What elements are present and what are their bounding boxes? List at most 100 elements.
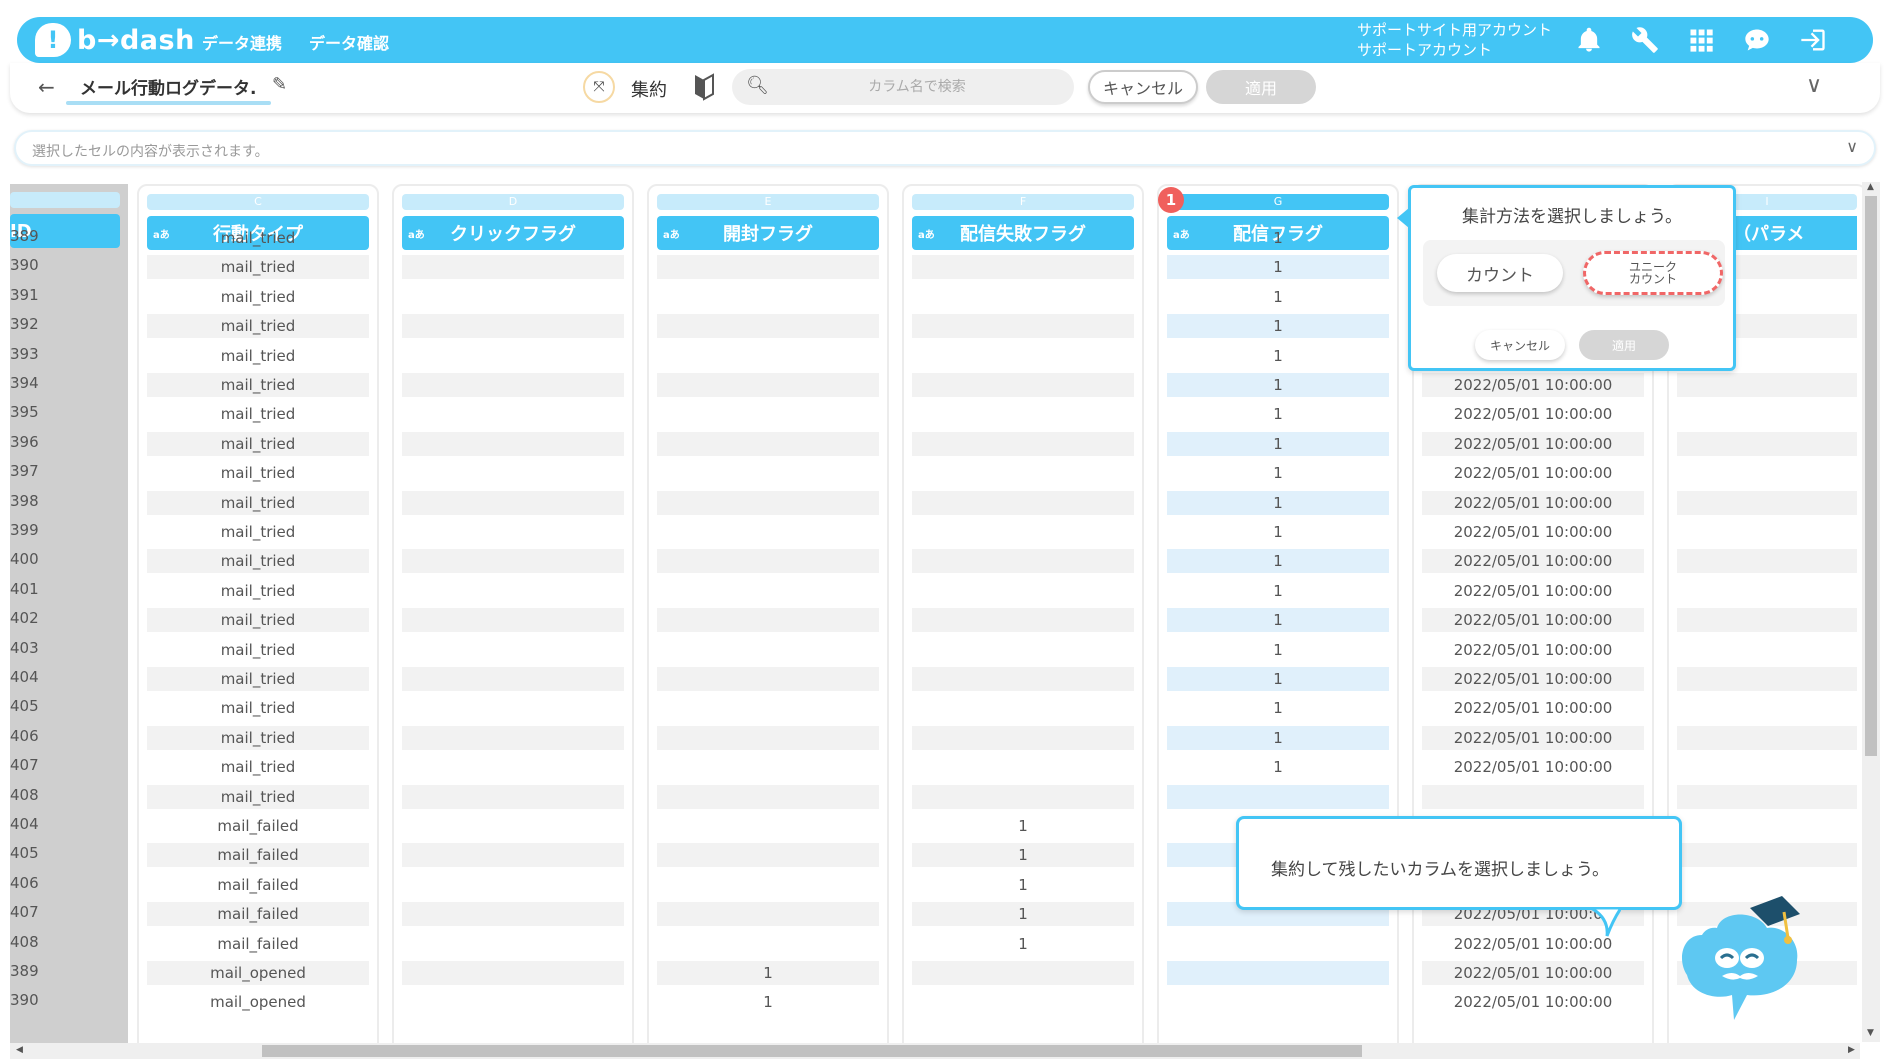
table-cell[interactable] <box>1677 579 1857 603</box>
row-id[interactable]: 400 <box>10 547 110 571</box>
table-cell[interactable] <box>1167 932 1389 956</box>
table-cell[interactable]: 2022/05/01 10:00:00 <box>1422 431 1644 456</box>
row-id[interactable]: 407 <box>10 753 110 777</box>
table-cell[interactable] <box>402 961 624 985</box>
table-cell[interactable] <box>912 314 1134 339</box>
table-cell[interactable] <box>1167 784 1389 809</box>
table-cell[interactable]: 1 <box>1167 314 1389 339</box>
table-cell[interactable] <box>912 402 1134 426</box>
table-cell[interactable] <box>657 873 879 897</box>
cell-content-display[interactable]: 選択したセルの内容が表示されます。 ∨ <box>14 130 1876 166</box>
unique-count-button[interactable]: ユニーク カウント <box>1583 251 1723 295</box>
row-id[interactable]: 397 <box>10 459 110 483</box>
table-cell[interactable]: mail_tried <box>147 579 369 603</box>
table-cell[interactable] <box>1677 667 1857 691</box>
table-cell[interactable]: mail_failed <box>147 873 369 897</box>
row-id[interactable]: 405 <box>10 694 110 718</box>
table-cell[interactable]: 2022/05/01 10:00:00 <box>1422 961 1644 985</box>
table-cell[interactable] <box>402 520 624 544</box>
table-cell[interactable] <box>1677 608 1857 633</box>
horizontal-scroll-thumb[interactable] <box>262 1045 1362 1057</box>
row-id[interactable]: 406 <box>10 871 110 895</box>
table-cell[interactable] <box>402 255 624 280</box>
scroll-up-arrow-icon[interactable]: ▲ <box>1867 182 1874 192</box>
table-cell[interactable]: 1 <box>1167 431 1389 456</box>
table-cell[interactable] <box>912 431 1134 456</box>
table-cell[interactable]: 1 <box>1167 608 1389 633</box>
table-cell[interactable] <box>1677 549 1857 574</box>
table-cell[interactable] <box>657 431 879 456</box>
table-cell[interactable] <box>657 461 879 485</box>
column-letter[interactable]: G <box>1167 194 1389 210</box>
table-cell[interactable]: mail_tried <box>147 755 369 779</box>
table-cell[interactable]: mail_opened <box>147 961 369 985</box>
table-cell[interactable] <box>657 344 879 368</box>
table-cell[interactable]: 2022/05/01 10:00:00 <box>1422 549 1644 574</box>
table-cell[interactable]: mail_tried <box>147 725 369 750</box>
table-cell[interactable] <box>1677 725 1857 750</box>
table-cell[interactable] <box>402 402 624 426</box>
row-id[interactable]: 406 <box>10 724 110 748</box>
table-cell[interactable]: 1 <box>912 902 1134 927</box>
table-cell[interactable]: 1 <box>1167 638 1389 662</box>
table-cell[interactable]: mail_tried <box>147 784 369 809</box>
table-cell[interactable]: mail_failed <box>147 843 369 868</box>
table-cell[interactable] <box>1677 431 1857 456</box>
table-cell[interactable] <box>657 549 879 574</box>
row-id[interactable]: 402 <box>10 606 110 630</box>
table-cell[interactable]: 1 <box>1167 725 1389 750</box>
table-cell[interactable] <box>402 814 624 838</box>
table-cell[interactable] <box>402 461 624 485</box>
table-cell[interactable]: 1 <box>1167 667 1389 691</box>
apply-button[interactable]: 適用 <box>1206 70 1316 104</box>
table-cell[interactable] <box>402 638 624 662</box>
grid-menu-icon[interactable] <box>1685 24 1717 56</box>
back-arrow-icon[interactable]: ← <box>38 75 55 99</box>
table-cell[interactable]: 2022/05/01 10:00:00 <box>1422 990 1644 1014</box>
scroll-left-arrow-icon[interactable]: ◀ <box>16 1045 23 1055</box>
table-cell[interactable]: mail_tried <box>147 549 369 574</box>
table-cell[interactable] <box>657 608 879 633</box>
table-cell[interactable] <box>657 755 879 779</box>
table-cell[interactable] <box>912 579 1134 603</box>
table-cell[interactable] <box>912 344 1134 368</box>
table-cell[interactable] <box>657 843 879 868</box>
table-cell[interactable] <box>912 961 1134 985</box>
table-cell[interactable] <box>402 285 624 309</box>
table-cell[interactable] <box>402 314 624 339</box>
table-cell[interactable] <box>912 461 1134 485</box>
table-cell[interactable]: 1 <box>1167 344 1389 368</box>
table-cell[interactable] <box>402 608 624 633</box>
table-cell[interactable]: mail_tried <box>147 490 369 515</box>
table-cell[interactable]: 2022/05/01 10:00:00 <box>1422 579 1644 603</box>
pencil-icon[interactable]: ✎ <box>272 74 287 95</box>
table-cell[interactable]: 2022/05/01 10:00:00 <box>1422 725 1644 750</box>
table-cell[interactable]: 1 <box>912 873 1134 897</box>
table-cell[interactable]: mail_tried <box>147 285 369 309</box>
table-cell[interactable] <box>1677 490 1857 515</box>
vertical-scrollbar[interactable]: ▲ ▼ <box>1862 182 1880 1042</box>
table-cell[interactable]: 2022/05/01 10:00:00 <box>1422 373 1644 397</box>
table-cell[interactable]: 1 <box>1167 520 1389 544</box>
table-cell[interactable]: mail_tried <box>147 344 369 368</box>
table-cell[interactable] <box>657 725 879 750</box>
row-id[interactable]: 392 <box>10 312 110 336</box>
table-cell[interactable]: 2022/05/01 10:00:00 <box>1422 755 1644 779</box>
table-cell[interactable]: 1 <box>1167 402 1389 426</box>
bell-icon[interactable] <box>1573 24 1605 56</box>
table-cell[interactable]: 2022/05/01 10:00:00 <box>1422 461 1644 485</box>
table-cell[interactable]: mail_failed <box>147 932 369 956</box>
table-cell[interactable] <box>657 579 879 603</box>
column-letter[interactable]: C <box>147 194 369 210</box>
table-cell[interactable] <box>657 373 879 397</box>
table-cell[interactable]: mail_tried <box>147 696 369 720</box>
row-id[interactable]: 399 <box>10 518 110 542</box>
table-cell[interactable] <box>1677 696 1857 720</box>
table-cell[interactable] <box>657 667 879 691</box>
row-id[interactable]: 393 <box>10 342 110 366</box>
logout-icon[interactable] <box>1797 24 1829 56</box>
nav-data-integration[interactable]: データ連携 <box>202 30 282 54</box>
table-cell[interactable]: 1 <box>912 843 1134 868</box>
table-cell[interactable]: mail_tried <box>147 667 369 691</box>
aggregate-icon[interactable]: ⤧ <box>583 71 615 103</box>
